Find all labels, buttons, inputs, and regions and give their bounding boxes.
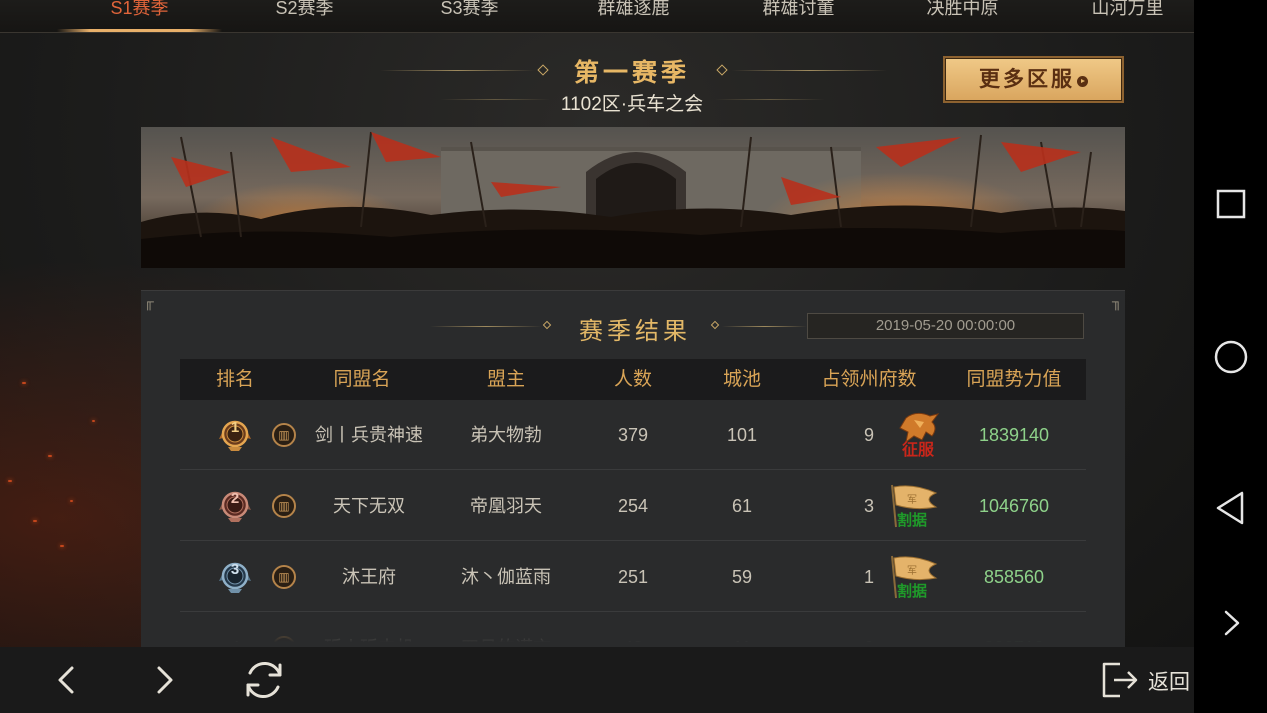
city-count: 59 <box>731 567 753 587</box>
play-arrow-icon <box>1077 76 1088 87</box>
exit-icon <box>1102 662 1138 698</box>
leader-name: 弟大物勃 <box>470 425 542 445</box>
results-title: 赛季结果 <box>579 319 691 345</box>
alliance-power: 1839140 <box>978 425 1050 445</box>
separatist-flag-icon: 军 割据 <box>886 481 938 531</box>
back-button[interactable] <box>36 647 96 713</box>
svg-text:军: 军 <box>907 494 917 506</box>
results-table-header: 排名 同盟名 盟主 人数 城池 占领州府数 同盟势力值 <box>180 359 1086 400</box>
expand-chevron-icon[interactable] <box>1210 602 1252 644</box>
table-row[interactable]: 2 ▥ 天下无双 帝凰羽天 254 61 3 军 割据 1046760 <box>180 471 1086 541</box>
season-title: 第一赛季 <box>573 60 690 87</box>
season-end-date: 2019-05-20 00:00:00 <box>807 313 1084 339</box>
guild-name[interactable]: 剑丨兵贵神速 <box>290 400 434 470</box>
battle-banner-image <box>141 127 1125 268</box>
city-count: 61 <box>731 496 753 516</box>
column-header: 人数 <box>613 369 652 390</box>
svg-text:军: 军 <box>907 565 917 577</box>
corner-ornament-icon: ╓ <box>144 293 154 309</box>
column-header: 城池 <box>722 369 761 390</box>
season-tab-bar: S1赛季 S2赛季 S3赛季 群雄逐鹿 群雄讨董 决胜中原 山河万里 <box>0 0 1194 33</box>
game-screen: S1赛季 S2赛季 S3赛季 群雄逐鹿 群雄讨董 决胜中原 山河万里 第一赛季 … <box>0 0 1194 647</box>
forward-button[interactable] <box>135 647 195 713</box>
city-count: 101 <box>726 425 758 445</box>
alliance-power: 1046760 <box>978 496 1050 516</box>
separatist-flag-icon: 军 割据 <box>886 552 938 602</box>
return-label: 返回 <box>1148 671 1190 694</box>
column-header: 同盟名 <box>333 369 391 390</box>
guild-name[interactable]: 砾丨砾未机 <box>290 613 434 647</box>
guild-name[interactable]: 天下无双 <box>290 471 434 541</box>
state-label: 割据 <box>896 513 927 529</box>
home-icon[interactable] <box>1210 336 1252 378</box>
member-count: 48 <box>578 613 688 647</box>
subtitle-divider-right <box>715 99 825 100</box>
more-servers-button[interactable]: 更多区服 <box>943 56 1124 103</box>
column-header: 占领州府数 <box>821 369 917 390</box>
state-label: 割据 <box>896 584 927 600</box>
member-count: 254 <box>617 496 649 516</box>
refresh-icon <box>246 662 282 698</box>
alliance-power: 330710 <box>942 613 1086 647</box>
leader-name: 帝凰羽天 <box>470 496 542 516</box>
results-divider-left <box>430 326 542 327</box>
rank-number: 1 <box>230 419 240 436</box>
bottom-toolbar <box>0 647 1194 713</box>
chevron-right-icon <box>157 666 173 694</box>
refresh-button[interactable] <box>234 647 294 713</box>
state-label: 征服 <box>901 442 934 459</box>
return-button[interactable]: 返回 <box>1100 660 1194 700</box>
table-row[interactable]: 3 ▥ 沐王府 沐丶伽蓝雨 251 59 1 军 割据 858560 <box>180 542 1086 612</box>
active-tab-indicator <box>57 29 222 32</box>
more-servers-label: 更多区服 <box>979 67 1075 91</box>
tab-s1-season[interactable]: S1赛季 <box>57 0 222 27</box>
table-row[interactable]: 1 ▥ 剑丨兵贵神速 弟大物勃 379 101 9 征服 1839140 <box>180 400 1086 470</box>
conquer-badge-icon: 征服 <box>892 410 944 460</box>
guild-name[interactable]: 沐王府 <box>290 542 434 612</box>
corner-ornament-icon: ╖ <box>1112 293 1122 309</box>
prefecture-count: 0 <box>796 613 942 647</box>
city-count: 11 <box>688 613 796 647</box>
tab-qunxiong-zhulu[interactable]: 群雄逐鹿 <box>551 0 716 27</box>
member-count: 251 <box>617 567 649 587</box>
column-header: 同盟势力值 <box>966 369 1062 390</box>
rank-number: 3 <box>230 561 240 578</box>
ember-particles <box>0 360 140 580</box>
tab-s2-season[interactable]: S2赛季 <box>222 0 387 27</box>
member-count: 379 <box>617 425 649 445</box>
tab-s3-season[interactable]: S3赛季 <box>387 0 552 27</box>
tab-shanhe-wanli[interactable]: 山河万里 <box>1045 0 1194 27</box>
leader-name: 四月的谎言 <box>434 613 578 647</box>
table-row[interactable]: 4 ▥ 砾丨砾未机 四月的谎言 48 11 0 330710 <box>180 613 1086 647</box>
rank-number: 4 <box>219 613 251 647</box>
chevron-left-icon <box>58 666 74 694</box>
android-nav-bar <box>1194 0 1267 713</box>
title-divider-right <box>732 70 887 71</box>
subtitle-divider-left <box>440 99 550 100</box>
recents-icon[interactable] <box>1210 183 1252 225</box>
column-header: 排名 <box>215 369 254 390</box>
alliance-power: 858560 <box>983 567 1045 587</box>
results-divider-right <box>722 326 807 327</box>
column-header: 盟主 <box>486 369 525 390</box>
tab-qunxiong-taodong[interactable]: 群雄讨董 <box>716 0 881 27</box>
leader-name: 沐丶伽蓝雨 <box>461 567 551 587</box>
tab-juesheng-zhongyuan[interactable]: 决胜中原 <box>880 0 1045 27</box>
rank-number: 2 <box>230 490 240 507</box>
server-name: 1102区·兵车之会 <box>560 94 704 115</box>
back-triangle-icon[interactable] <box>1210 487 1252 529</box>
